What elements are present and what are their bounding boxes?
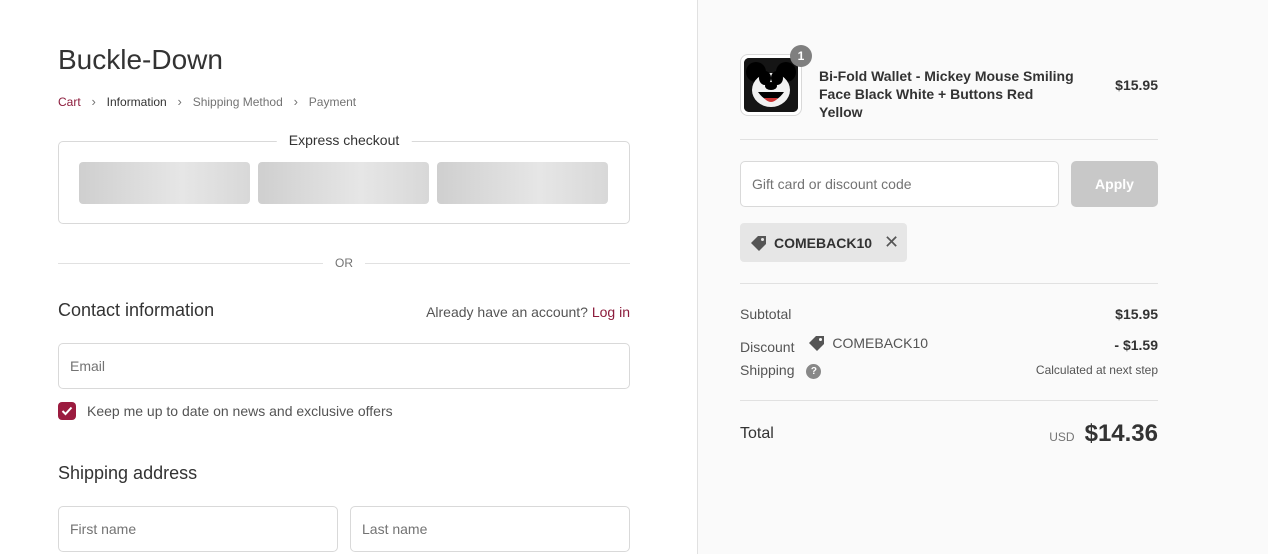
remove-discount-icon[interactable]: ✕ bbox=[884, 232, 899, 253]
express-pay-button-1[interactable] bbox=[79, 162, 250, 204]
account-prompt: Already have an account? Log in bbox=[426, 304, 630, 320]
or-divider: OR bbox=[58, 256, 630, 272]
chevron-right-icon: › bbox=[177, 94, 182, 109]
total-amount: $14.36 bbox=[1084, 420, 1158, 447]
newsletter-checkbox-row[interactable]: Keep me up to date on news and exclusive… bbox=[58, 402, 393, 420]
breadcrumb-shipping-method: Shipping Method bbox=[192, 94, 283, 109]
chevron-right-icon: › bbox=[293, 94, 298, 109]
express-pay-button-3[interactable] bbox=[437, 162, 608, 204]
summary-divider bbox=[740, 139, 1158, 140]
divider-line bbox=[58, 263, 323, 264]
email-placeholder: Email bbox=[70, 358, 106, 374]
currency-code: USD bbox=[1049, 430, 1075, 444]
subtotal-label: Subtotal bbox=[740, 306, 792, 322]
store-name[interactable]: Buckle-Down bbox=[58, 44, 223, 76]
last-name-field[interactable]: Last name bbox=[350, 506, 630, 552]
help-icon[interactable]: ? bbox=[806, 363, 822, 379]
product-name: Bi-Fold Wallet - Mickey Mouse Smiling Fa… bbox=[819, 68, 1074, 120]
express-checkout-title: Express checkout bbox=[276, 132, 412, 148]
or-label: OR bbox=[335, 256, 353, 270]
summary-divider bbox=[740, 400, 1158, 401]
check-icon bbox=[61, 406, 73, 416]
subtotal-row: Subtotal $15.95 bbox=[740, 306, 1158, 322]
tag-icon bbox=[751, 235, 766, 251]
newsletter-label: Keep me up to date on news and exclusive… bbox=[87, 403, 393, 419]
last-name-placeholder: Last name bbox=[362, 521, 428, 537]
discount-row: Discount COMEBACK10 - $1.59 bbox=[740, 334, 1158, 355]
shipping-value: Calculated at next step bbox=[1035, 363, 1158, 378]
newsletter-checkbox[interactable] bbox=[58, 402, 76, 420]
summary-divider bbox=[740, 283, 1158, 284]
tag-icon bbox=[809, 336, 825, 351]
discount-label: Discount bbox=[740, 339, 795, 355]
total-label: Total bbox=[740, 425, 774, 442]
breadcrumb-information: Information bbox=[106, 94, 167, 109]
shipping-address-title: Shipping address bbox=[58, 463, 198, 483]
first-name-placeholder: First name bbox=[70, 521, 137, 537]
main-panel: Buckle-Down Cart › Information › Shippin… bbox=[0, 0, 697, 554]
express-pay-button-2[interactable] bbox=[258, 162, 429, 204]
breadcrumb: Cart › Information › Shipping Method › P… bbox=[58, 94, 356, 109]
discount-code-input[interactable]: Gift card or discount code bbox=[740, 161, 1059, 207]
first-name-field[interactable]: First name bbox=[58, 506, 338, 552]
login-link[interactable]: Log in bbox=[592, 304, 630, 320]
shipping-label: Shipping bbox=[740, 362, 795, 378]
applied-discount-chip: COMEBACK10 ✕ bbox=[740, 223, 908, 262]
discount-value: - $1.59 bbox=[1114, 336, 1158, 353]
contact-information-title: Contact information bbox=[58, 300, 215, 320]
breadcrumb-cart[interactable]: Cart bbox=[58, 95, 81, 109]
product-price: $15.95 bbox=[1115, 77, 1158, 93]
express-checkout-box: Express checkout bbox=[58, 132, 630, 224]
chevron-right-icon: › bbox=[91, 94, 96, 109]
shipping-row: Shipping ? Calculated at next step bbox=[740, 362, 1158, 379]
applied-discount-code: COMEBACK10 bbox=[774, 234, 873, 251]
total-row: Total USD $14.36 bbox=[740, 420, 1158, 448]
account-prompt-text: Already have an account? bbox=[426, 304, 588, 320]
mickey-wallet-image bbox=[744, 58, 798, 112]
apply-button[interactable]: Apply bbox=[1071, 161, 1158, 207]
email-field[interactable]: Email bbox=[58, 343, 630, 389]
discount-code-placeholder: Gift card or discount code bbox=[752, 176, 912, 192]
divider-line bbox=[365, 263, 630, 264]
product-thumbnail: 1 bbox=[740, 45, 812, 116]
subtotal-value: $15.95 bbox=[1115, 306, 1158, 322]
quantity-badge: 1 bbox=[790, 45, 812, 67]
breadcrumb-payment: Payment bbox=[308, 94, 357, 109]
discount-code-label: COMEBACK10 bbox=[832, 335, 929, 351]
